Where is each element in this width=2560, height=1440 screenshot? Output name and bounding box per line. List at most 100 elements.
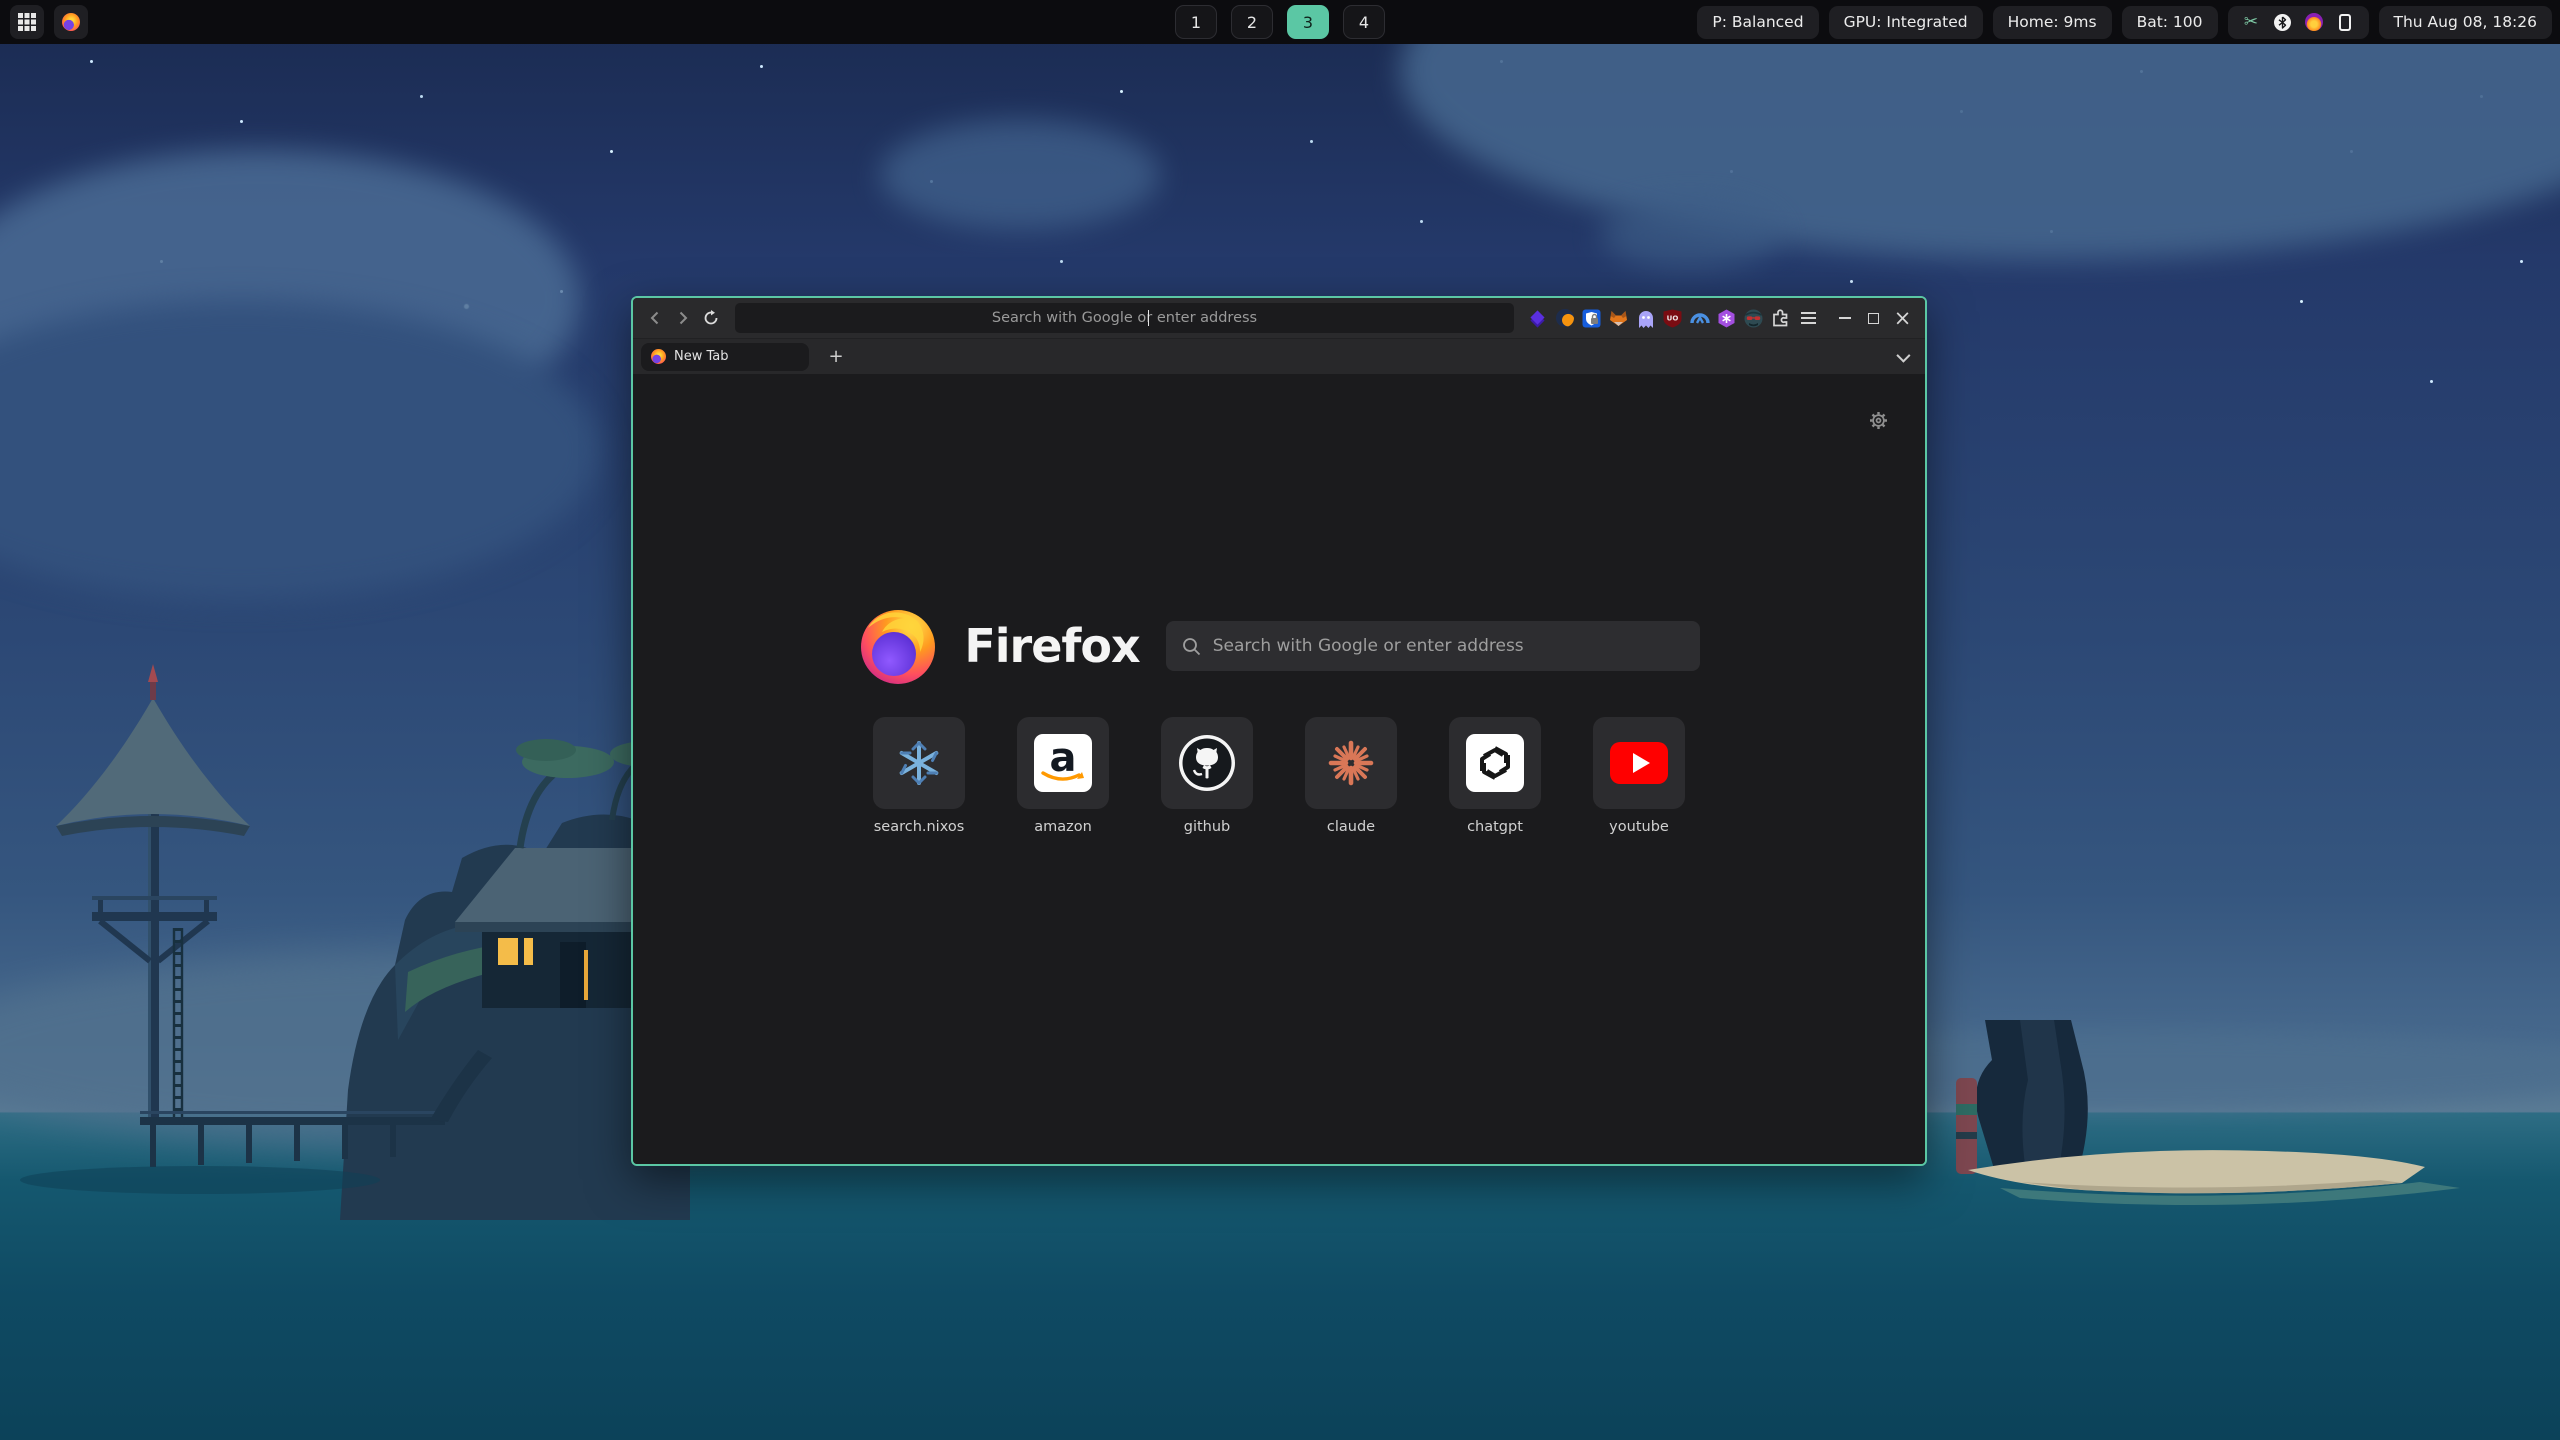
launcher-group (10, 5, 88, 39)
extension-button-4[interactable] (1605, 303, 1632, 333)
gear-icon (1868, 410, 1889, 431)
workspace-2-label: 2 (1247, 13, 1257, 32)
reload-icon (703, 310, 719, 326)
newtab-settings-button[interactable] (1868, 410, 1889, 435)
app-grid-icon (18, 13, 36, 31)
tab-new-tab[interactable]: New Tab (641, 343, 809, 371)
island-shore-art (1900, 1020, 2560, 1250)
reload-button[interactable] (697, 303, 725, 333)
shortcut-chatgpt[interactable]: chatgpt (1423, 717, 1567, 835)
close-icon: × (1894, 308, 1912, 329)
shortcut-github-tile[interactable] (1161, 717, 1253, 809)
power-profile-pill[interactable]: P: Balanced (1697, 6, 1818, 39)
ghost-icon (1637, 309, 1655, 328)
amazon-logo-icon: a (1034, 734, 1092, 792)
puzzle-icon (1771, 309, 1790, 328)
shortcut-label: amazon (1034, 819, 1092, 835)
app-grid-button[interactable] (10, 5, 44, 39)
firefox-favicon-icon (651, 349, 666, 364)
workspace-2[interactable]: 2 (1231, 5, 1273, 39)
system-tray[interactable]: ✂ (2228, 6, 2369, 39)
battery-pill[interactable]: Bat: 100 (2122, 6, 2218, 39)
new-tab-page: Firefox Search with Google or enter addr… (633, 374, 1925, 1164)
search-icon (1182, 637, 1201, 656)
minimize-icon (1839, 317, 1851, 319)
shortcut-youtube[interactable]: youtube (1567, 717, 1711, 835)
shortcut-claude[interactable]: claude (1279, 717, 1423, 835)
extension-button-1[interactable] (1524, 303, 1551, 333)
clock-pill[interactable]: Thu Aug 08, 18:26 (2379, 6, 2552, 39)
workspace-1[interactable]: 1 (1175, 5, 1217, 39)
maximize-button[interactable] (1859, 303, 1888, 333)
newtab-hero: Firefox Search with Google or enter addr… (633, 606, 1925, 686)
url-bar[interactable]: Search with Google or enter address (735, 303, 1514, 333)
workspace-4[interactable]: 4 (1343, 5, 1385, 39)
firefox-launcher-icon (62, 13, 80, 31)
chatgpt-logo-icon (1466, 734, 1524, 792)
extension-button-2[interactable] (1551, 303, 1578, 333)
close-button[interactable]: × (1888, 303, 1917, 333)
shortcut-github[interactable]: github (1135, 717, 1279, 835)
power-profile-label: P: Balanced (1712, 13, 1803, 31)
face-glasses-icon (1744, 309, 1763, 328)
workspace-4-label: 4 (1359, 13, 1369, 32)
back-icon (648, 311, 662, 325)
shortcut-chatgpt-tile[interactable] (1449, 717, 1541, 809)
shortcut-nixos[interactable]: search.nixos (847, 717, 991, 835)
scissors-icon[interactable]: ✂ (2243, 14, 2260, 31)
flame-orb-icon[interactable] (2305, 13, 2323, 31)
shortcut-amazon[interactable]: a amazon (991, 717, 1135, 835)
workspace-3-label: 3 (1303, 13, 1313, 32)
open-new-tab-button[interactable]: + (823, 344, 849, 370)
menu-icon (1801, 312, 1816, 324)
firefox-logo-icon (858, 606, 938, 686)
shield-lock-icon (1582, 309, 1601, 328)
workspace-1-label: 1 (1191, 13, 1201, 32)
shortcut-youtube-tile[interactable] (1593, 717, 1685, 809)
shortcut-label: youtube (1609, 819, 1669, 835)
moon-circle-icon (1556, 309, 1574, 327)
workspace-switcher: 1 2 3 4 (1175, 5, 1385, 39)
url-bar-placeholder: Search with Google or enter address (992, 310, 1257, 326)
gpu-pill[interactable]: GPU: Integrated (1829, 6, 1983, 39)
svg-text:UO: UO (1667, 314, 1679, 322)
shortcut-label: search.nixos (874, 819, 965, 835)
workspace-3-active[interactable]: 3 (1287, 5, 1329, 39)
extension-button-3[interactable] (1578, 303, 1605, 333)
extension-button-5[interactable] (1632, 303, 1659, 333)
forward-button[interactable] (669, 303, 697, 333)
shortcut-nixos-tile[interactable] (873, 717, 965, 809)
tab-list-chevron-icon[interactable] (1896, 348, 1910, 362)
tab-bar: New Tab + (633, 338, 1925, 374)
firefox-launcher-button[interactable] (54, 5, 88, 39)
shortcut-amazon-tile[interactable]: a (1017, 717, 1109, 809)
battery-label: Bat: 100 (2137, 13, 2203, 31)
top-status-bar: 1 2 3 4 P: Balanced GPU: Integrated Home… (0, 0, 2560, 44)
shortcut-label: chatgpt (1467, 819, 1523, 835)
shortcut-label: github (1184, 819, 1231, 835)
extension-button-8[interactable] (1713, 303, 1740, 333)
shortcut-label: claude (1327, 819, 1375, 835)
cloud (880, 120, 1160, 230)
purple-layers-icon (1528, 309, 1547, 328)
phone-icon[interactable] (2339, 14, 2351, 31)
minimize-button[interactable] (1830, 303, 1859, 333)
newtab-search-field[interactable]: Search with Google or enter address (1166, 621, 1700, 671)
app-menu-button[interactable] (1794, 303, 1822, 333)
bluetooth-icon[interactable] (2274, 14, 2291, 31)
window-controls: × (1830, 303, 1917, 333)
cloud (1600, 200, 1780, 270)
newtab-search-placeholder: Search with Google or enter address (1213, 636, 1524, 656)
claude-logo-icon (1325, 737, 1377, 789)
shortcut-claude-tile[interactable] (1305, 717, 1397, 809)
back-button[interactable] (641, 303, 669, 333)
text-caret (1148, 310, 1149, 326)
firefox-wordmark: Firefox (964, 619, 1139, 673)
ping-pill[interactable]: Home: 9ms (1993, 6, 2112, 39)
extension-button-6[interactable]: UO (1659, 303, 1686, 333)
vpn-arc-icon (1690, 309, 1710, 328)
extensions-menu-button[interactable] (1767, 303, 1794, 333)
forward-icon (676, 311, 690, 325)
extension-button-9[interactable] (1740, 303, 1767, 333)
extension-button-7[interactable] (1686, 303, 1713, 333)
